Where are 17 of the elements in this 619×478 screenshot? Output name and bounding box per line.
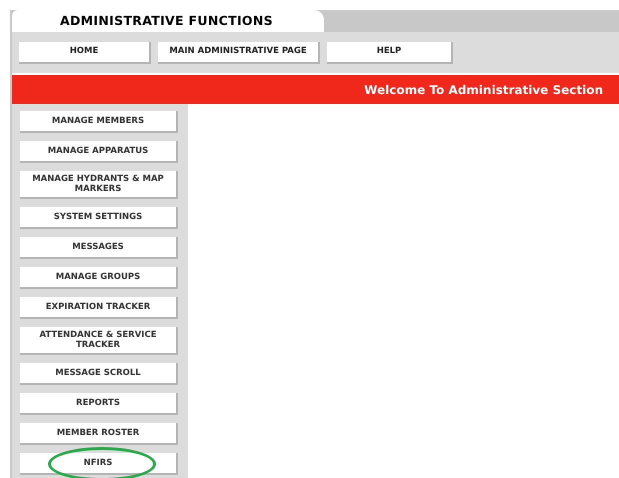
nav-button[interactable]: HELP	[327, 42, 453, 64]
sidebar-button[interactable]: EXPIRATION TRACKER	[20, 297, 178, 319]
nav-button[interactable]: HOME	[19, 42, 151, 64]
sidebar-button[interactable]: MANAGE MEMBERS	[20, 111, 178, 133]
sidebar-button[interactable]: MANAGE GROUPS	[20, 267, 178, 289]
sidebar-button[interactable]: REPORTS	[20, 393, 178, 415]
sidebar-button[interactable]: MESSAGES	[20, 237, 178, 259]
sidebar-button[interactable]: MANAGE HYDRANTS & MAP MARKERS	[20, 171, 178, 199]
banner-text: Welcome To Administrative Section	[364, 82, 603, 98]
nav-button[interactable]: MAIN ADMINISTRATIVE PAGE	[158, 42, 320, 64]
sidebar-button[interactable]: SYSTEM SETTINGS	[20, 207, 178, 229]
sidebar-button[interactable]: MEMBER ROSTER	[20, 423, 178, 445]
sidebar-button[interactable]: ATTENDANCE & SERVICE TRACKER	[20, 327, 178, 355]
sidebar-button[interactable]: MESSAGE SCROLL	[20, 363, 178, 385]
sidebar-button[interactable]: MANAGE APPARATUS	[20, 141, 178, 163]
sidebar-button[interactable]: NFIRS	[20, 453, 178, 475]
tab[interactable]: ADMINISTRATIVE FUNCTIONS	[12, 10, 324, 32]
